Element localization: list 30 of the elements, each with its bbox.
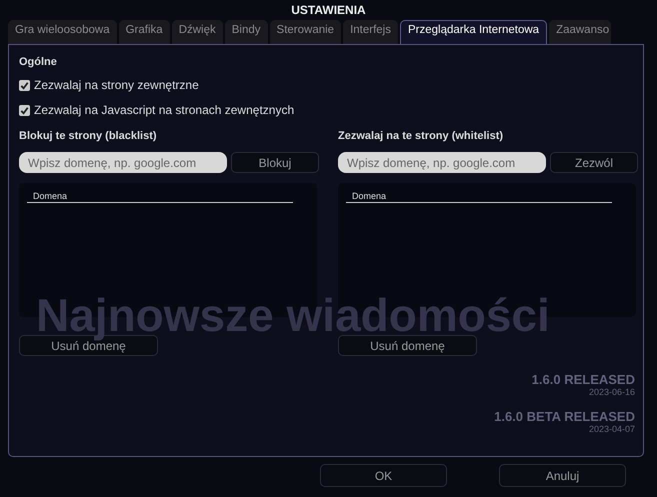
- add-button[interactable]: Blokuj: [231, 152, 319, 173]
- tab[interactable]: Grafika: [118, 20, 170, 44]
- add-button[interactable]: Zezwól: [550, 152, 638, 173]
- remove-button[interactable]: Usuń domenę: [338, 335, 477, 356]
- tab[interactable]: Dźwięk: [172, 20, 223, 44]
- news-date: 2023-04-07: [588, 424, 635, 434]
- section-heading: Blokuj te strony (blacklist): [19, 130, 158, 142]
- news-title: 1.6.0 RELEASED: [532, 372, 635, 387]
- cancel-button[interactable]: Anuluj: [499, 464, 626, 487]
- tab[interactable]: Interfejs: [343, 20, 398, 44]
- checkbox-label: Zezwalaj na Javascript na stronach zewnętznych: [34, 103, 294, 117]
- column-header[interactable]: Domena: [27, 191, 293, 203]
- checkbox[interactable]: [19, 104, 30, 116]
- window-title: USTAWIENIA: [290, 2, 367, 19]
- tab[interactable]: Zaawanso: [549, 20, 612, 44]
- background-headline: Najnowsze wiadomości: [36, 292, 550, 338]
- ok-button[interactable]: OK: [320, 464, 447, 487]
- column-header[interactable]: Domena: [346, 191, 612, 203]
- section-heading: Ogólne: [19, 56, 58, 68]
- checkbox-label: Zezwalaj na strony zewnętrzne: [34, 78, 199, 92]
- news-title: 1.6.0 BETA RELEASED: [494, 409, 635, 424]
- news-date: 2023-06-16: [588, 387, 635, 397]
- section-heading: Zezwalaj na te strony (whitelist): [338, 130, 504, 142]
- tab[interactable]: Gra wieloosobowa: [8, 20, 117, 44]
- tab[interactable]: Sterowanie: [270, 20, 342, 44]
- domain-input-field[interactable]: Wpisz domenę, np. google.com: [19, 152, 227, 173]
- domain-input-field[interactable]: Wpisz domenę, np. google.com: [338, 152, 546, 173]
- tab[interactable]: Przeglądarka Internetowa: [400, 20, 548, 44]
- checkbox[interactable]: [19, 80, 30, 90]
- tab[interactable]: Bindy: [224, 20, 268, 44]
